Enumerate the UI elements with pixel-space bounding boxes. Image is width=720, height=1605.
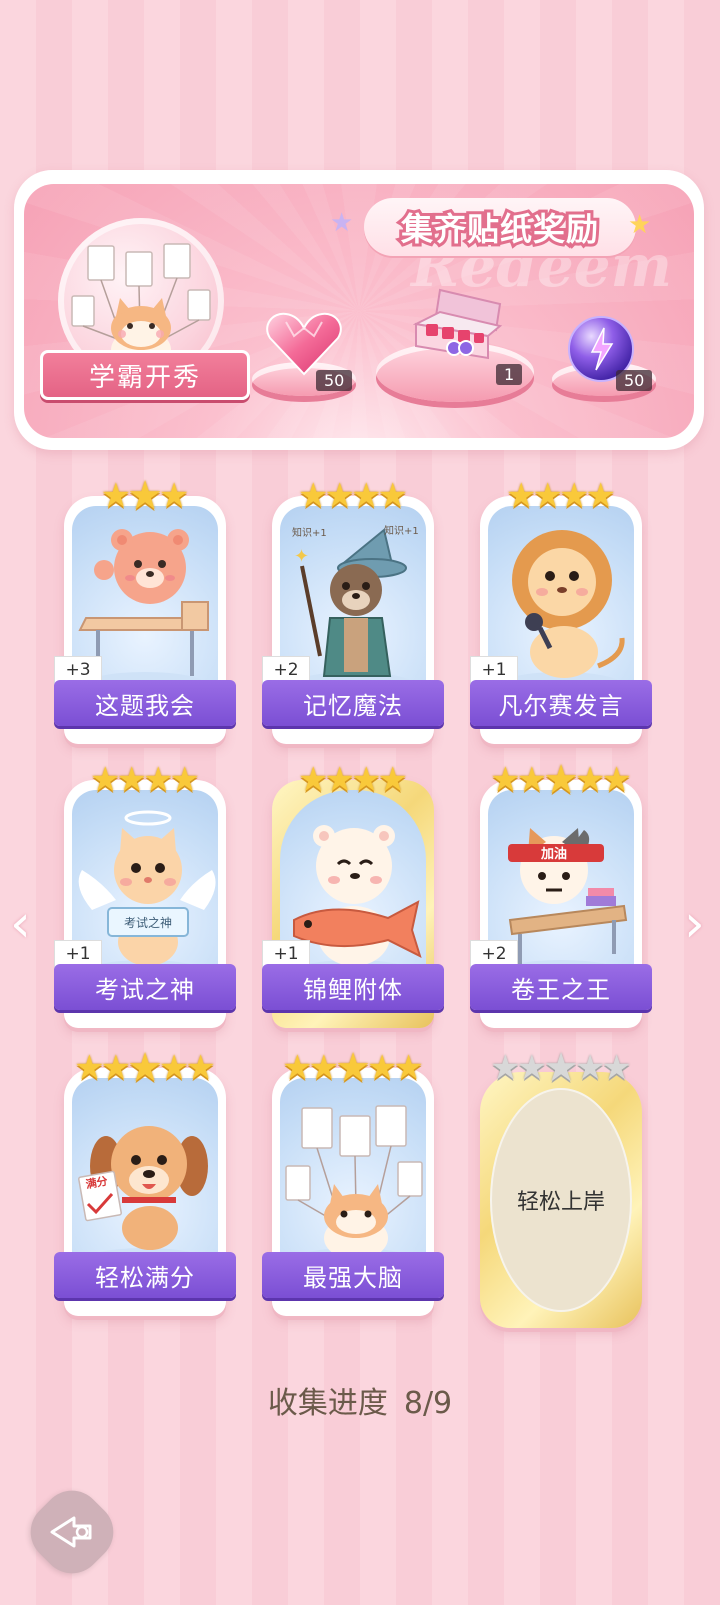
gift-box-icon <box>410 286 506 362</box>
sticker-card-5[interactable]: ★ ★ ★ ★ +1 锦鲤附体 <box>262 758 444 1058</box>
star-icon: ★ <box>158 476 190 516</box>
card-star-rating: ★ ★ ★ ★ <box>476 474 646 514</box>
reward-count-3: 50 <box>616 370 653 391</box>
sticker-card-8[interactable]: ★ ★ ★ ★ ★ 最强大脑 <box>262 1045 444 1346</box>
sticker-card-4[interactable]: 考试之神 ★ ★ ★ ★ +1 考试之神 <box>54 758 236 1058</box>
star-icon: ★ <box>585 476 616 516</box>
card-name: 轻松满分 <box>54 1252 236 1298</box>
card-name: 凡尔赛发言 <box>470 680 652 726</box>
sticker-card-9-locked[interactable]: 轻松上岸 ★ ★ ★ ★ ★ <box>476 1046 646 1346</box>
card-name: 这题我会 <box>54 680 236 726</box>
chevron-right-icon[interactable]: › <box>684 898 705 950</box>
star-icon: ★ <box>393 1048 424 1088</box>
sticker-card-3[interactable]: ★ ★ ★ ★ +1 凡尔赛发言 <box>470 474 652 774</box>
card-name: 考试之神 <box>54 964 236 1010</box>
back-arrow-icon <box>50 1516 92 1548</box>
progress-value: 8/9 <box>403 1386 453 1421</box>
star-icon: ★ <box>377 476 408 516</box>
reward-count-1: 50 <box>316 370 353 391</box>
progress-label: 收集进度 <box>267 1386 388 1421</box>
locked-card-placeholder: 轻松上岸 <box>490 1088 632 1312</box>
star-icon: ★ <box>185 1048 216 1088</box>
star-icon: ★ <box>377 760 408 800</box>
purple-star-icon: ★ <box>330 208 354 238</box>
star-icon: ★ <box>601 1048 632 1088</box>
star-icon: ★ <box>127 1045 163 1091</box>
star-icon: ★ <box>543 1045 579 1091</box>
reward-title-text: 集齐贴纸奖励 <box>398 207 601 251</box>
card-star-rating: ★ ★ ★ ★ <box>268 758 438 798</box>
card-star-rating: ★ ★ ★ <box>60 473 230 519</box>
card-star-rating: ★ ★ ★ ★ ★ <box>476 1045 646 1091</box>
chevron-left-icon[interactable]: ‹ <box>10 898 31 950</box>
star-icon: ★ <box>601 760 632 800</box>
sticker-card-2[interactable]: ✦ 知识+1 知识+1 ★ ★ ★ ★ +2 记忆魔法 <box>262 474 444 774</box>
card-star-rating: ★ ★ ★ ★ ★ <box>476 757 646 803</box>
card-star-rating: ★ ★ ★ ★ <box>60 758 230 798</box>
card-name: 轻松上岸 <box>516 1190 605 1215</box>
card-star-rating: ★ ★ ★ ★ ★ <box>60 1045 230 1091</box>
reward-count-2: 1 <box>496 364 523 385</box>
sticker-card-6[interactable]: 加油 ★ ★ ★ ★ ★ +2 卷王之王 <box>470 757 652 1058</box>
reward-banner: Redeem 集齐贴纸奖励 ★ ★ 学霸开秀 50 1 50 <box>14 170 704 450</box>
avatar-reward-label-text: 学霸开秀 <box>88 362 201 393</box>
svg-text:知识+1: 知识+1 <box>292 526 327 539</box>
card-name: 锦鲤附体 <box>262 964 444 1010</box>
svg-text:✦: ✦ <box>294 546 309 567</box>
star-icon: ★ <box>169 760 200 800</box>
sticker-card-7[interactable]: 满分 ★ ★ ★ ★ ★ 轻松满分 <box>54 1045 236 1346</box>
collection-progress: 收集进度 8/9 <box>0 1378 720 1422</box>
star-icon: ★ <box>127 473 163 519</box>
avatar-reward-label: 学霸开秀 <box>40 350 250 400</box>
card-name: 最强大脑 <box>262 1252 444 1298</box>
card-star-rating: ★ ★ ★ ★ <box>268 474 438 514</box>
card-name: 卷王之王 <box>470 964 652 1010</box>
yellow-star-icon: ★ <box>628 210 652 240</box>
card-headband-text: 加油 <box>540 846 567 862</box>
sticker-card-1[interactable]: ★ ★ ★ +3 这题我会 <box>54 473 236 774</box>
card-sign-text: 考试之神 <box>124 915 172 930</box>
card-name: 记忆魔法 <box>262 680 444 726</box>
puppy-full-marks-art: 满分 <box>72 1078 218 1278</box>
star-icon: ★ <box>543 757 579 803</box>
card-star-rating: ★ ★ ★ ★ ★ <box>268 1045 438 1091</box>
reward-title: 集齐贴纸奖励 <box>364 198 636 256</box>
star-icon: ★ <box>335 1045 371 1091</box>
back-button[interactable] <box>18 1478 126 1586</box>
cat-with-papers-art <box>280 1078 426 1278</box>
svg-text:知识+1: 知识+1 <box>384 524 419 537</box>
